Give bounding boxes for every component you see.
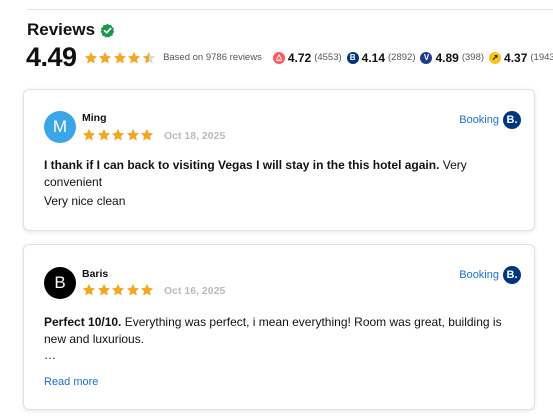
overall-stars [84,51,157,65]
review-date: Oct 18, 2025 [164,130,226,142]
review-card: M Ming Oct 18, 2025 Booking B. I thank i… [23,89,535,231]
star-icon [82,128,96,141]
review-card: B Baris Oct 16, 2025 Booking B. Perfect … [23,244,535,410]
overall-rating: 4.49 [26,42,77,72]
source-rating-booking[interactable]: B 4.14 (2892) [346,50,416,65]
star-icon [97,128,110,141]
booking-icon: B [346,51,359,64]
source-count: (4553) [314,52,342,63]
source-score: 4.72 [287,50,312,65]
star-icon [97,283,110,296]
star-icon [126,283,139,296]
based-on-count: Based on 9786 reviews [163,52,262,63]
avatar: B [44,267,76,299]
review-source-link[interactable]: Booking B. [459,111,521,129]
read-more-link[interactable]: Read more [44,376,98,388]
source-score: 4.14 [361,50,386,65]
star-icon [98,51,112,64]
arrow-icon: ↗ [489,51,502,64]
source-score: 4.89 [435,50,459,65]
review-text: Perfect 10/10. Everything was perfect, i… [44,314,520,348]
star-icon [126,128,139,141]
star-icon [113,51,126,64]
rating-summary: 4.49 Based on 9786 reviews 4.72 (4553) B… [26,42,553,73]
source-rating-airbnb[interactable]: 4.72 (4553) [272,50,342,65]
top-divider [27,9,553,10]
booking-icon: B. [503,111,521,129]
airbnb-icon [272,51,285,64]
avatar: M [44,111,76,143]
review-stars [82,128,155,142]
review-source-link[interactable]: Booking B. [459,266,521,284]
review-ellipsis: … [44,348,56,362]
source-rating-agoda[interactable]: ↗ 4.37 (1943) [489,51,553,65]
source-rating-vrbo[interactable]: V 4.89 (398) [420,51,484,65]
star-icon [111,283,125,296]
source-count: (2892) [388,52,416,63]
reviewer-name: Baris [82,268,109,280]
review-date: Oct 16, 2025 [164,285,226,297]
booking-icon: B. [503,266,521,284]
review-text-bold: I thank if I can back to visiting Vegas … [44,158,440,172]
source-label: Booking [459,269,499,281]
star-icon [84,51,97,64]
review-text-second: Very nice clean [44,194,126,208]
verified-badge-icon [100,23,115,38]
vrbo-icon: V [420,51,433,64]
review-text: I thank if I can back to visiting Vegas … [44,157,520,191]
review-stars [82,283,155,297]
review-text-bold: Perfect 10/10. [44,315,122,329]
star-icon [140,283,154,296]
reviewer-name: Ming [82,112,107,124]
reviews-title: Reviews [27,20,96,39]
star-icon [82,283,96,296]
half-star-icon [142,51,155,64]
source-count: (1943) [530,52,553,63]
source-count: (398) [461,52,485,63]
star-icon [111,128,125,141]
source-label: Booking [459,114,499,126]
source-score: 4.37 [504,50,528,65]
star-icon [140,128,154,141]
reviews-heading: Reviews [27,20,115,40]
star-icon [127,51,141,64]
